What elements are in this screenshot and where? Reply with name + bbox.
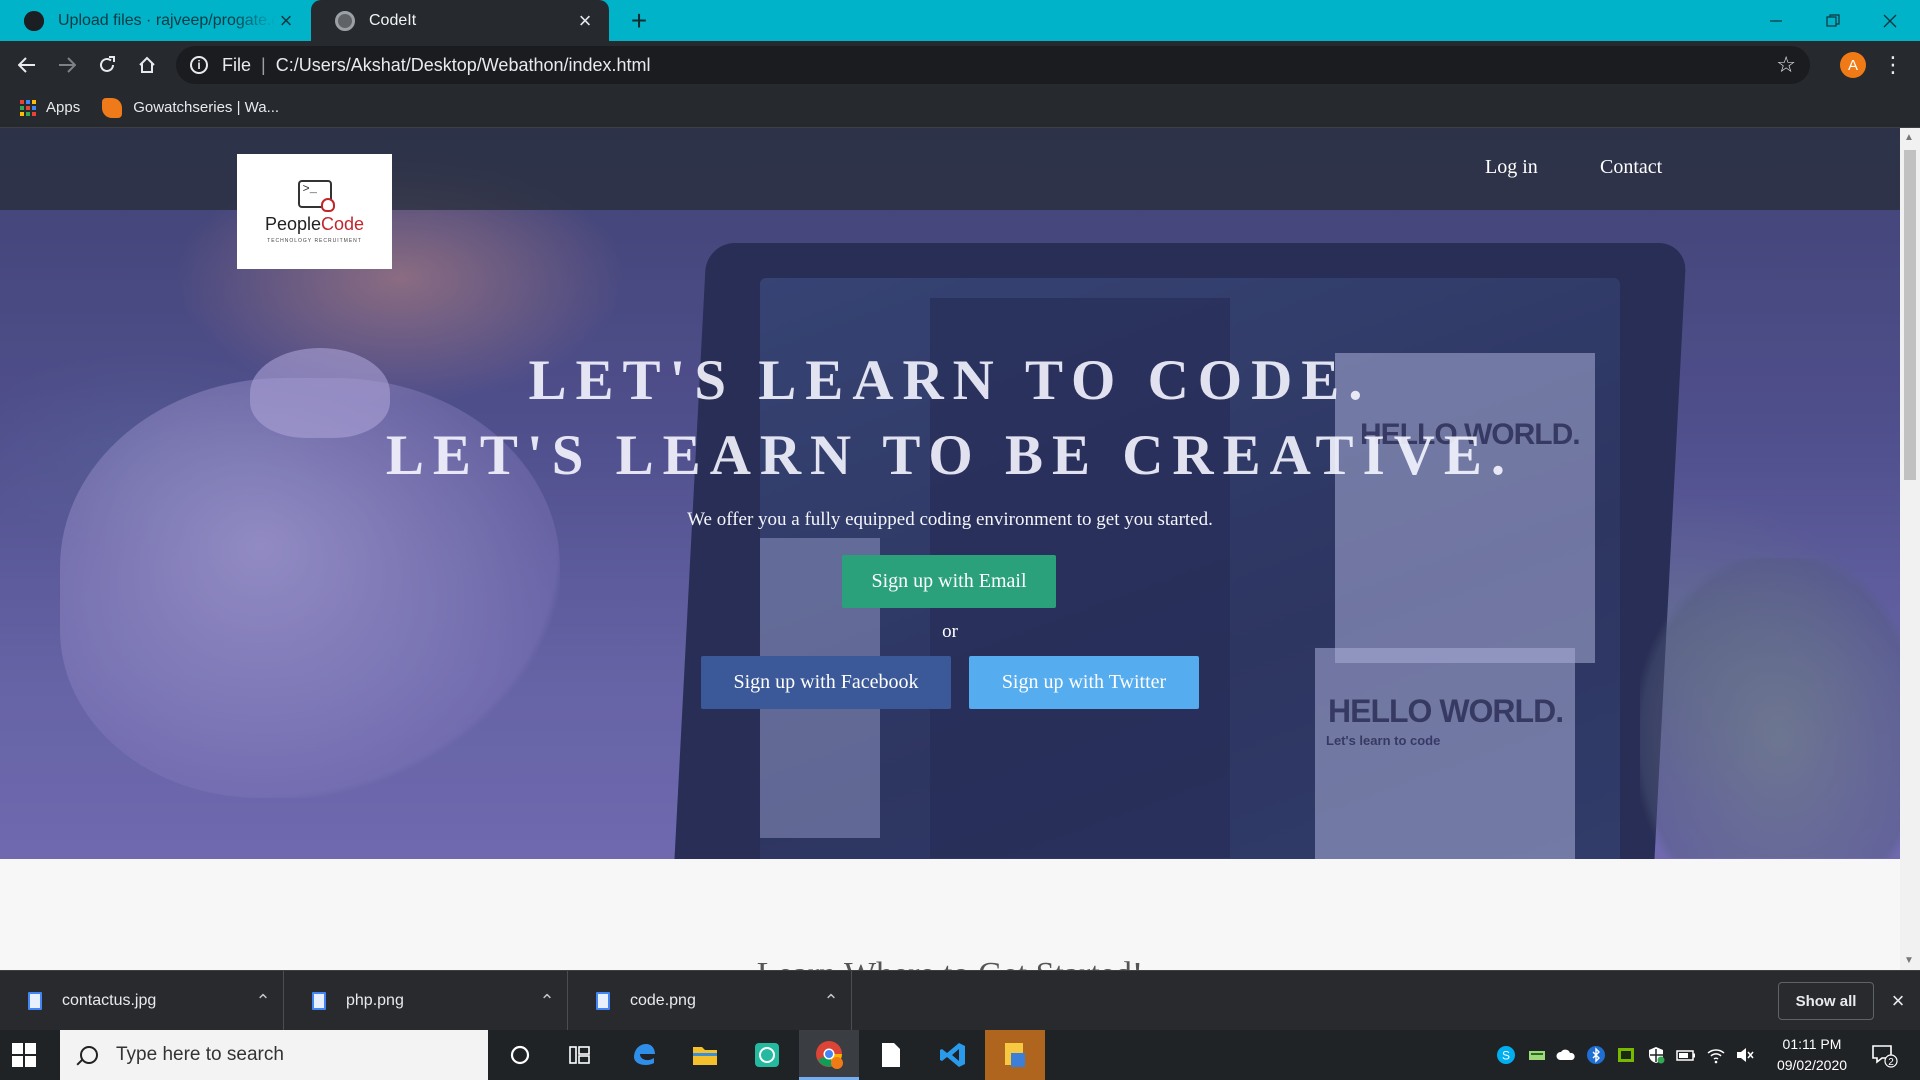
back-icon[interactable]: [12, 50, 42, 80]
battery-icon[interactable]: [1676, 1045, 1696, 1065]
download-filename: contactus.jpg: [62, 992, 157, 1009]
download-item[interactable]: contactus.jpg ⌃: [0, 971, 284, 1031]
chevron-up-icon[interactable]: ⌃: [527, 991, 567, 1012]
show-all-downloads-button[interactable]: Show all: [1778, 982, 1874, 1020]
new-tab-button[interactable]: +: [624, 5, 654, 36]
bluetooth-icon[interactable]: [1586, 1045, 1606, 1065]
chevron-up-icon[interactable]: ⌃: [243, 991, 283, 1012]
download-item[interactable]: code.png ⌃: [568, 971, 852, 1031]
whatsapp-icon[interactable]: [737, 1030, 797, 1080]
profile-avatar[interactable]: A: [1840, 52, 1866, 78]
scroll-up-arrow-icon[interactable]: ▲: [1904, 132, 1914, 143]
edge-icon[interactable]: [614, 1030, 674, 1080]
windows-start-icon[interactable]: [12, 1043, 36, 1067]
logo-wordmark: PeopleCode: [264, 213, 365, 234]
wifi-icon[interactable]: [1706, 1045, 1726, 1065]
signup-facebook-button[interactable]: Sign up with Facebook: [701, 656, 951, 709]
notification-center-icon[interactable]: 2: [1870, 1041, 1898, 1069]
image-file-icon: [596, 992, 610, 1010]
bookmark-label: Apps: [46, 99, 81, 116]
file-explorer-icon[interactable]: [675, 1030, 735, 1080]
logo-subtitle: TECHNOLOGY RECRUITMENT: [267, 237, 362, 244]
windows-taskbar: Type here to search S 01:11 PM 09/02/202…: [0, 1030, 1920, 1080]
clock-time: 01:11 PM: [1782, 1036, 1842, 1052]
security-shield-icon[interactable]: [1646, 1045, 1666, 1065]
search-placeholder: Type here to search: [116, 1044, 284, 1065]
close-downloads-icon[interactable]: ×: [1886, 987, 1910, 1015]
or-separator: or: [942, 621, 958, 642]
url-text[interactable]: C:/Users/Akshat/Desktop/Webathon/index.h…: [276, 55, 651, 76]
skype-icon[interactable]: S: [1496, 1045, 1516, 1065]
bookmark-star-icon[interactable]: ☆: [1776, 52, 1796, 78]
hero-headline-line1: LET'S LEARN TO CODE.: [528, 349, 1372, 412]
task-view-icon[interactable]: [550, 1030, 610, 1080]
page-scrollbar[interactable]: ▲ ▼: [1900, 128, 1920, 970]
scheme-label: File: [222, 54, 252, 75]
apps-grid-icon: [20, 99, 36, 116]
tab-title: CodeIt: [369, 11, 417, 29]
close-tab-icon[interactable]: ×: [575, 9, 595, 31]
image-file-icon: [28, 992, 42, 1010]
image-file-icon: [312, 992, 326, 1010]
home-icon[interactable]: [132, 50, 162, 80]
vscode-icon[interactable]: [923, 1030, 983, 1080]
nav-login-link[interactable]: Log in: [1485, 156, 1538, 179]
address-bar[interactable]: i File | C:/Users/Akshat/Desktop/Webatho…: [176, 46, 1810, 84]
reload-icon[interactable]: [92, 50, 122, 80]
forward-icon[interactable]: [52, 50, 82, 80]
scroll-down-arrow-icon[interactable]: ▼: [1904, 955, 1914, 966]
hero-tagline: We offer you a fully equipped coding env…: [687, 509, 1213, 530]
hero-headline-line2: LET'S LEARN TO BE CREATIVE.: [385, 424, 1515, 487]
onedrive-icon[interactable]: [1556, 1045, 1576, 1065]
close-window-icon[interactable]: [1862, 0, 1918, 41]
scrollbar-thumb[interactable]: [1904, 150, 1916, 480]
nav-contact-link[interactable]: Contact: [1600, 156, 1662, 179]
downloads-bar: contactus.jpg ⌃ php.png ⌃ code.png ⌃ Sho…: [0, 970, 1920, 1031]
download-filename: php.png: [346, 992, 404, 1009]
globe-icon: [335, 10, 355, 31]
sticky-app-icon[interactable]: [985, 1030, 1045, 1080]
scheme-separator: |: [261, 54, 266, 75]
network-drive-icon[interactable]: [1527, 1045, 1547, 1065]
nvidia-icon[interactable]: [1616, 1045, 1636, 1065]
tab-title: Upload files · rajveep/progate.git: [58, 11, 276, 29]
browser-toolbar: i File | C:/Users/Akshat/Desktop/Webatho…: [0, 41, 1920, 88]
menu-kebab-icon[interactable]: ⋮: [1882, 51, 1904, 79]
svg-text:S: S: [1502, 1049, 1510, 1063]
clock-date: 09/02/2020: [1776, 1057, 1848, 1073]
download-filename: code.png: [630, 992, 696, 1009]
bookmarks-bar: Apps Gowatchseries | Wa...: [0, 88, 1920, 128]
bookmark-label: Gowatchseries | Wa...: [133, 99, 280, 116]
chevron-up-icon[interactable]: ⌃: [811, 991, 851, 1012]
bookmark-gowatchseries[interactable]: Gowatchseries | Wa...: [102, 97, 280, 118]
volume-muted-icon[interactable]: [1735, 1045, 1755, 1065]
download-item[interactable]: php.png ⌃: [284, 971, 568, 1031]
site-info-icon[interactable]: i: [190, 56, 208, 74]
chrome-icon[interactable]: [799, 1030, 859, 1080]
signup-twitter-button[interactable]: Sign up with Twitter: [969, 656, 1199, 709]
cortana-icon[interactable]: [490, 1030, 550, 1080]
notepad-icon[interactable]: [861, 1030, 921, 1080]
signup-email-button[interactable]: Sign up with Email: [842, 555, 1056, 608]
site-logo[interactable]: PeopleCode TECHNOLOGY RECRUITMENT: [237, 154, 392, 269]
close-tab-icon[interactable]: ×: [276, 9, 296, 31]
github-icon: [24, 10, 44, 31]
bookmark-apps[interactable]: Apps: [20, 99, 80, 116]
terminal-hand-icon: [297, 179, 335, 212]
tab-codeit[interactable]: CodeIt ×: [311, 0, 609, 41]
search-icon: [80, 1046, 98, 1064]
notification-count: 2: [1888, 1057, 1894, 1068]
browser-tab-strip: Upload files · rajveep/progate.git × Cod…: [0, 0, 1920, 41]
page-viewport: HELLO WORLD. HELLO WORLD. Let's learn to…: [0, 128, 1920, 970]
restore-icon[interactable]: [1805, 0, 1861, 41]
taskbar-clock[interactable]: 01:11 PM 09/02/2020: [1762, 1034, 1862, 1076]
tab-upload-files[interactable]: Upload files · rajveep/progate.git ×: [0, 0, 310, 41]
gowatchseries-icon: [102, 97, 123, 118]
minimize-icon[interactable]: [1748, 0, 1804, 41]
section-heading: Learn Where to Get Started!: [0, 956, 1900, 970]
taskbar-search-box[interactable]: Type here to search: [60, 1030, 488, 1080]
